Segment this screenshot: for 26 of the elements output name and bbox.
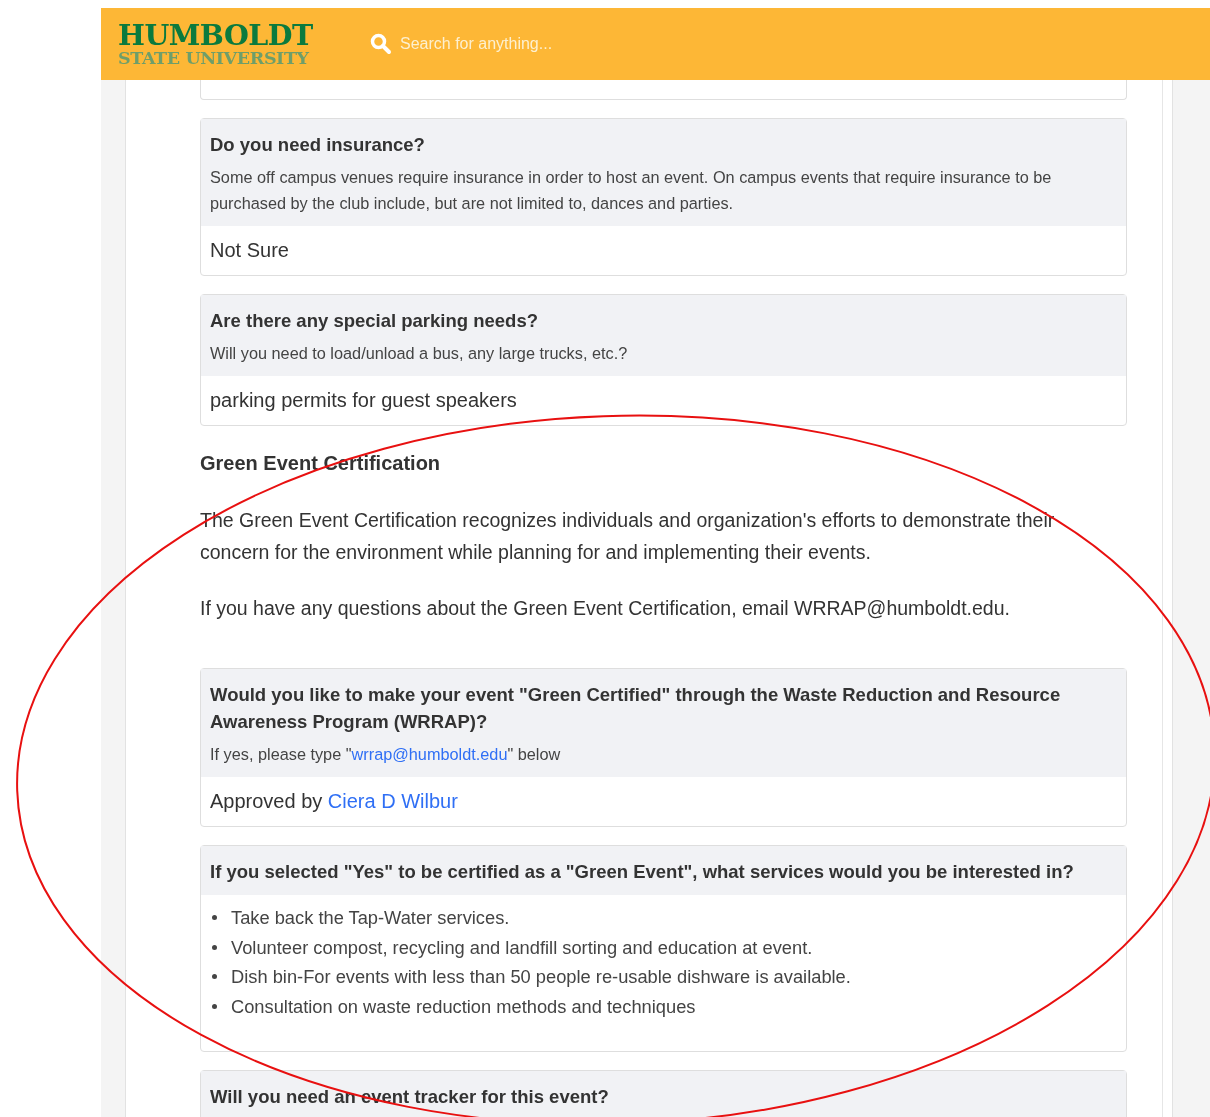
answer-text: Approved by xyxy=(210,790,323,812)
bullet-icon xyxy=(212,915,217,921)
list-item-text: Volunteer compost, recycling and landfill sorting and education at event. xyxy=(231,935,813,960)
user-link[interactable]: Ciera D Wilbur xyxy=(327,790,458,812)
answer-text: Not Sure xyxy=(210,239,289,261)
answer-text: parking permits for guest speakers xyxy=(210,389,517,411)
logo-subtitle: STATE UNIVERSITY xyxy=(118,50,309,68)
question-label: Are there any special parking needs? xyxy=(210,309,539,333)
bullet-icon xyxy=(212,1003,217,1009)
list-item-text: Take back the Tap-Water services. xyxy=(231,906,510,930)
question-label: Would you like to make your event "Green Certified" through the Waste Reduction and Resource Awareness Program (WRRAP)? xyxy=(210,683,1062,734)
search-field[interactable]: Search for anything... xyxy=(400,32,700,56)
question-label: If you selected "Yes" to be certified as a "Green Event", what services would you be interested in? xyxy=(210,860,1075,884)
list-item-text: Dish bin-For events with less than 50 people re-usable dishware is available. xyxy=(231,965,851,989)
help-text: Will you need to load/unload a bus, any large trucks, etc.? xyxy=(210,343,629,364)
email-link[interactable]: wrrap@humboldt.edu xyxy=(351,745,508,763)
question-label: Do you need insurance? xyxy=(210,133,426,157)
logo-title: HUMBOLDT xyxy=(118,20,313,49)
help-text: If yes, please type " xyxy=(210,745,352,763)
help-text: Some off campus venues require insurance in order to host an event. On campus events that require insurance to be purchased by the club include, but are not limited to, dances and parties. xyxy=(210,167,1053,214)
bullet-icon xyxy=(212,944,217,950)
search-icon xyxy=(370,33,392,55)
paragraph: If you have any questions about the Green Event Certification, email WRRAP@humboldt.edu. xyxy=(200,596,1011,621)
help-text: " below xyxy=(507,745,561,763)
list-item-text: Consultation on waste reduction methods and techniques xyxy=(231,994,696,1019)
bullet-icon xyxy=(212,974,217,980)
